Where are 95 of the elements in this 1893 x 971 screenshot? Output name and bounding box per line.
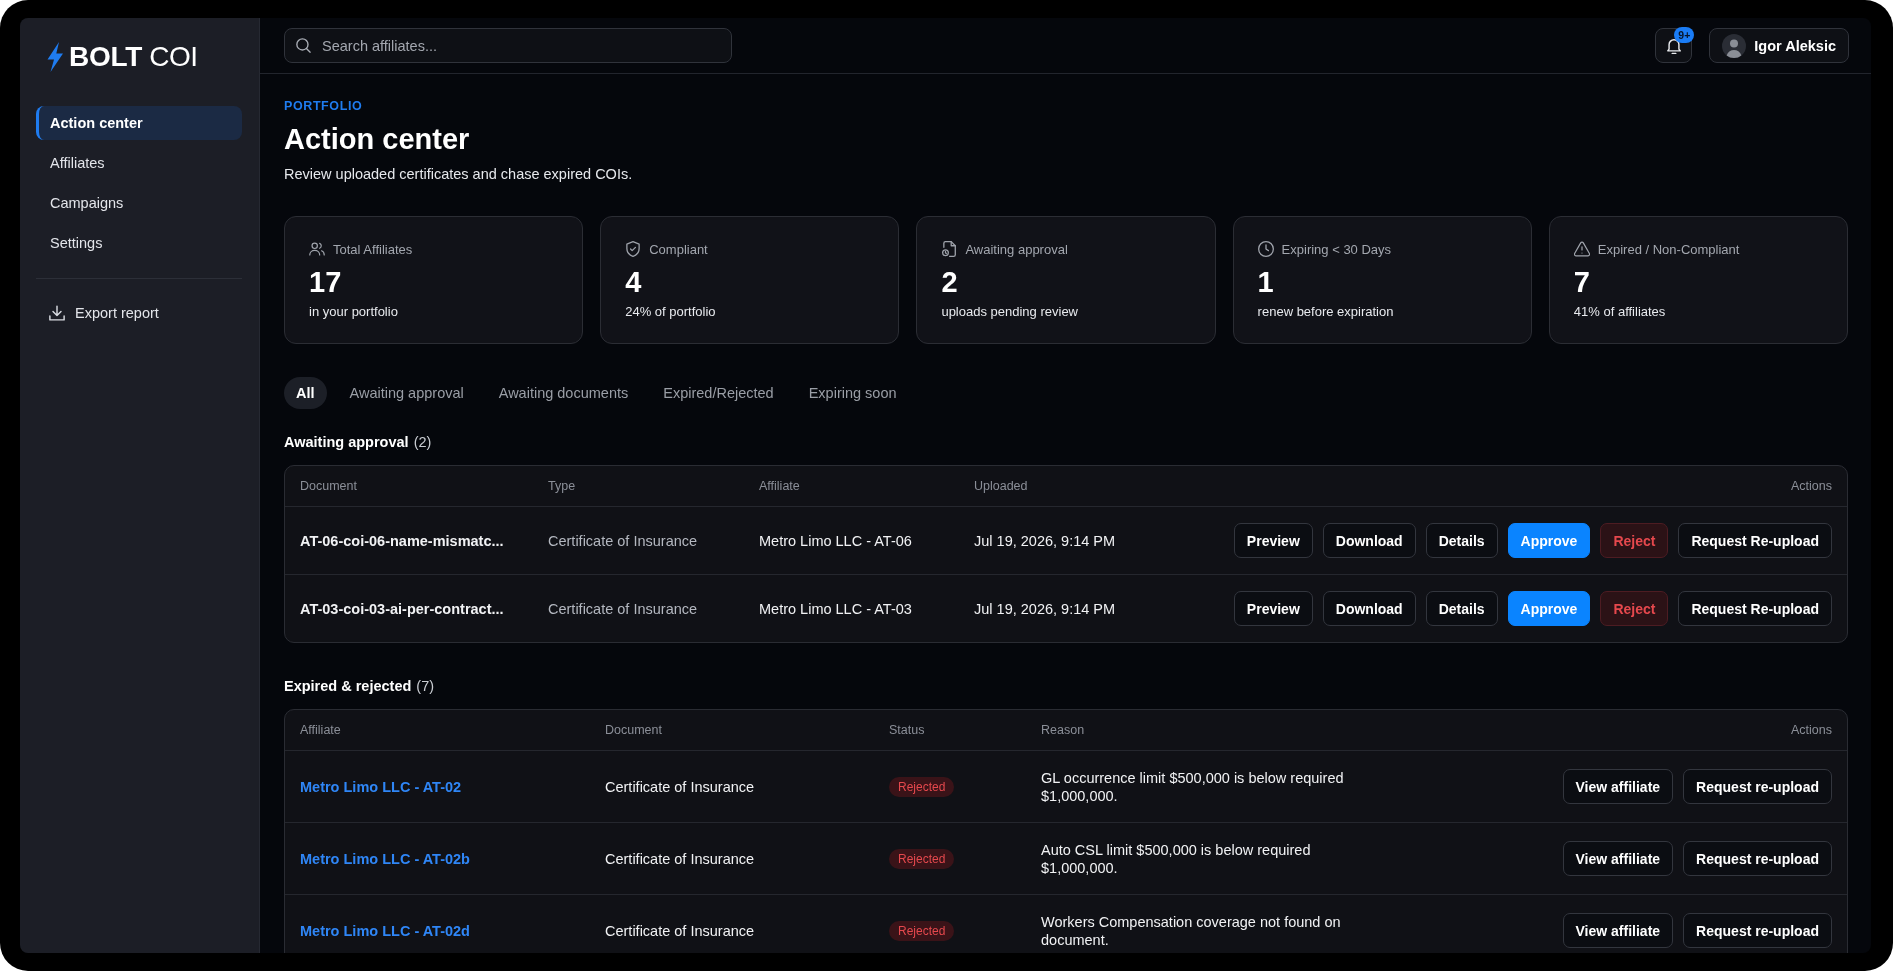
section-count: (2) [413, 433, 432, 452]
table-cell: Jul 19, 2026, 9:14 PM [974, 599, 1116, 618]
affiliate-link[interactable]: Metro Limo LLC - AT-02 [300, 778, 462, 795]
table-cell: Certificate of Insurance [605, 849, 755, 868]
table-cell: Jul 19, 2026, 9:14 PM [974, 531, 1116, 550]
page-title: Action center [284, 122, 471, 156]
stat-note: in your portfolio [309, 303, 399, 321]
users-icon [309, 241, 325, 257]
nav-item[interactable]: Affiliates [36, 146, 242, 180]
stat-value: 1 [1257, 266, 1275, 298]
avatar-icon [1722, 33, 1747, 58]
filter-tab[interactable]: Expiring soon [796, 377, 909, 409]
stat-label: Expiring < 30 Days [1281, 241, 1392, 257]
affiliate-link[interactable]: Metro Limo LLC - AT-02b [300, 850, 470, 867]
action-button[interactable]: Approve [1507, 523, 1591, 558]
affiliate-link[interactable]: Metro Limo LLC - AT-02d [300, 922, 470, 939]
stat-note: 24% of portfolio [625, 303, 717, 321]
action-button[interactable]: View affiliate [1562, 841, 1674, 876]
column-header: Document [300, 479, 357, 493]
status-badge: Rejected [889, 848, 955, 869]
nav-item[interactable]: Campaigns [36, 186, 242, 220]
notification-badge: 9+ [1674, 27, 1695, 43]
action-button[interactable]: Preview [1233, 523, 1313, 558]
table-cell-text: GL occurrence limit $500,000 is below required $1,000,000. [1041, 768, 1345, 805]
status-badge: Rejected [889, 920, 955, 941]
status-badge: Rejected [889, 776, 955, 797]
action-button[interactable]: Request re-upload [1683, 841, 1832, 876]
action-button[interactable]: Approve [1507, 591, 1591, 626]
stat-label: Awaiting approval [965, 241, 1068, 257]
action-button[interactable]: Reject [1600, 591, 1669, 626]
action-button[interactable]: Download [1322, 591, 1416, 626]
search-field[interactable]: Search affiliates... [284, 28, 732, 63]
action-button[interactable]: Preview [1233, 591, 1313, 626]
download-icon [49, 305, 65, 321]
table-cell-text: Workers Compensation coverage not found on document. [1041, 912, 1342, 949]
table-cell: Certificate of Insurance [548, 531, 698, 550]
table-cell-text: Auto CSL limit $500,000 is below required $1,000,000. [1041, 840, 1312, 877]
column-header: Actions [1791, 723, 1832, 737]
column-header: Affiliate [300, 723, 341, 737]
column-header: Document [605, 723, 662, 737]
column-header: Uploaded [974, 479, 1028, 493]
column-header: Actions [1791, 479, 1832, 493]
column-header: Reason [1041, 723, 1085, 737]
stat-value: 17 [309, 266, 343, 298]
eyebrow-label: PORTFOLIO [284, 98, 364, 114]
column-header: Status [889, 723, 925, 737]
action-button[interactable]: Download [1322, 523, 1416, 558]
action-button[interactable]: View affiliate [1562, 913, 1674, 948]
shield-check-icon [625, 241, 642, 257]
action-button[interactable]: View affiliate [1562, 769, 1674, 804]
nav-item[interactable]: Settings [36, 226, 242, 260]
bell-icon [1665, 37, 1682, 54]
search-icon [296, 38, 311, 53]
filter-tab[interactable]: Awaiting approval [337, 377, 476, 409]
logo-wordmark: BOLT COI [69, 42, 198, 72]
lightning-bolt-icon [46, 42, 64, 72]
action-button[interactable]: Request Re-upload [1678, 523, 1832, 558]
file-clock-icon [941, 241, 958, 257]
stat-value: 4 [625, 266, 643, 298]
filter-tab[interactable]: Expired/Rejected [651, 377, 786, 409]
stat-note: renew before expiration [1257, 303, 1395, 321]
filter-tab[interactable]: All [284, 377, 327, 409]
table-cell: AT-03-coi-03-ai-per-contract... [300, 599, 504, 618]
section-title: Awaiting approval [284, 433, 409, 452]
column-header: Type [548, 479, 576, 493]
table-cell: Certificate of Insurance [548, 599, 698, 618]
clock-icon [1257, 241, 1274, 257]
warning-icon [1573, 241, 1590, 257]
stat-label: Compliant [649, 241, 708, 257]
filter-tab[interactable]: Awaiting documents [486, 377, 641, 409]
page-subtitle: Review uploaded certificates and chase expired COIs. [284, 165, 634, 184]
stat-label: Total Affiliates [333, 241, 413, 257]
export-report-button[interactable]: Export report [36, 296, 171, 330]
user-menu-button[interactable]: Igor Aleksic [1709, 28, 1849, 63]
stat-label: Expired / Non-Compliant [1597, 241, 1740, 257]
table-cell: Certificate of Insurance [605, 921, 755, 940]
action-button[interactable]: Request re-upload [1683, 913, 1832, 948]
stat-note: 41% of affiliates [1573, 303, 1667, 321]
table-cell: AT-06-coi-06-name-mismatc... [300, 531, 504, 550]
table-cell: Metro Limo LLC - AT-06 [759, 531, 912, 550]
notifications-button[interactable]: 9+ [1655, 28, 1693, 63]
section-title: Expired & rejected [284, 677, 412, 696]
action-button[interactable]: Details [1425, 523, 1498, 558]
table-cell: Certificate of Insurance [605, 777, 755, 796]
stat-note: uploads pending review [941, 303, 1079, 321]
section-count: (7) [416, 677, 435, 696]
stat-value: 2 [941, 266, 959, 298]
nav-item[interactable]: Action center [36, 106, 242, 140]
action-button[interactable]: Details [1425, 591, 1498, 626]
table-cell: Metro Limo LLC - AT-03 [759, 599, 912, 618]
action-button[interactable]: Reject [1600, 523, 1669, 558]
action-button[interactable]: Request re-upload [1683, 769, 1832, 804]
column-header: Affiliate [759, 479, 800, 493]
stat-value: 7 [1573, 266, 1591, 298]
action-button[interactable]: Request Re-upload [1678, 591, 1832, 626]
